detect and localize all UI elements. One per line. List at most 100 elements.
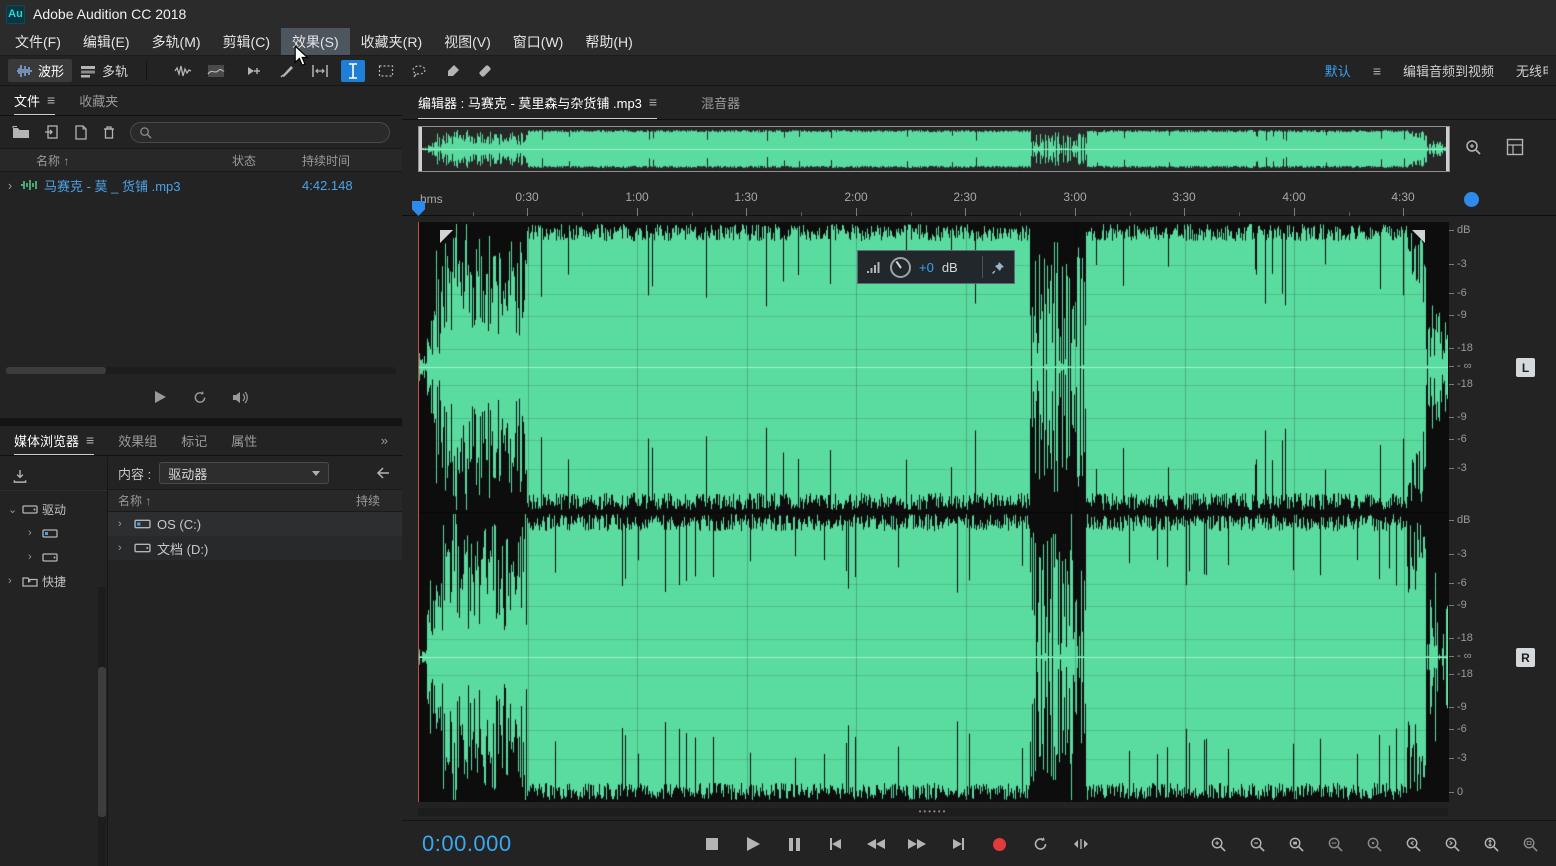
tab-editor[interactable]: 编辑器 : 马赛克 - 莫里森与杂货铺 .mp3 ≡: [418, 86, 657, 119]
tab-favorites[interactable]: 收藏夹: [79, 86, 118, 115]
lasso-selection-tool[interactable]: [407, 60, 431, 82]
tree-item-drive-c[interactable]: ›: [0, 521, 107, 545]
stop-button[interactable]: [702, 834, 722, 854]
search-input[interactable]: [130, 122, 390, 143]
files-hscrollbar-thumb[interactable]: [6, 367, 106, 374]
zoom-in-left-button[interactable]: [1403, 834, 1423, 854]
workspace-radio[interactable]: 无线电: [1516, 61, 1548, 80]
files-hscrollbar[interactable]: [6, 367, 396, 374]
skip-selection-button[interactable]: [1071, 834, 1091, 854]
zoom-in-button[interactable]: [1208, 834, 1228, 854]
menu-item-favorites[interactable]: 收藏夹(R): [350, 28, 433, 55]
slip-tool[interactable]: [308, 60, 332, 82]
loop-preview-button[interactable]: [190, 387, 210, 407]
hscrollbar-handle[interactable]: ••••••: [919, 809, 948, 815]
menu-item-effects[interactable]: 效果(S): [281, 28, 350, 55]
import-file-icon[interactable]: [44, 125, 60, 140]
chevron-down-icon[interactable]: ⌄: [8, 503, 18, 516]
expand-chevron-icon[interactable]: ›: [0, 178, 20, 193]
rewind-button[interactable]: [866, 834, 886, 854]
playhead-line[interactable]: [418, 222, 419, 802]
menu-item-multitrack[interactable]: 多轨(M): [141, 28, 212, 55]
move-playhead-tool[interactable]: [242, 60, 266, 82]
zoom-in-right-button[interactable]: [1442, 834, 1462, 854]
pin-icon[interactable]: [991, 260, 1006, 275]
chevron-right-icon[interactable]: ›: [28, 527, 38, 539]
preview-play-button[interactable]: [150, 387, 170, 407]
editor-panel-menu-icon[interactable]: ≡: [649, 94, 657, 110]
marquee-selection-tool[interactable]: [374, 60, 398, 82]
skip-to-start-button[interactable]: [825, 834, 845, 854]
monitor-indicator-icon[interactable]: [1464, 192, 1479, 207]
zoom-vertical-button[interactable]: [1481, 834, 1501, 854]
file-row[interactable]: › 马赛克 - 莫 _ 货铺 .mp3 4:42.148: [0, 172, 402, 198]
tab-media-browser[interactable]: 媒体浏览器 ≡: [14, 426, 94, 455]
overview-strip[interactable]: [418, 126, 1450, 172]
overview-waveform[interactable]: [419, 127, 1449, 171]
chevron-right-icon[interactable]: ›: [8, 575, 18, 587]
zoom-out-full-button[interactable]: [1325, 834, 1345, 854]
tree-item-shortcuts[interactable]: › 快捷: [0, 569, 107, 593]
spot-healing-brush-tool[interactable]: [473, 60, 497, 82]
paintbrush-selection-tool[interactable]: [440, 60, 464, 82]
fast-forward-button[interactable]: [907, 834, 927, 854]
trash-icon[interactable]: [102, 125, 116, 140]
timeline-ruler[interactable]: hms 0:30 1:00 1:30 2:00 2:30 3:00 3:30 4…: [402, 184, 1556, 216]
back-arrow-icon[interactable]: [375, 466, 392, 480]
column-status[interactable]: 状态: [232, 152, 302, 169]
zoom-in-point-button[interactable]: [1364, 834, 1384, 854]
menu-item-clip[interactable]: 剪辑(C): [212, 28, 281, 55]
pause-button[interactable]: [784, 834, 804, 854]
gain-knob[interactable]: [890, 257, 911, 278]
column-duration[interactable]: 持续时间: [302, 152, 402, 169]
gain-value[interactable]: +0: [919, 260, 934, 275]
new-item-icon[interactable]: [74, 125, 88, 140]
files-panel-menu-icon[interactable]: ≡: [47, 92, 55, 108]
panel-grid-icon[interactable]: [1506, 138, 1524, 156]
tab-overflow-chevron[interactable]: »: [381, 426, 388, 455]
content-dropdown[interactable]: 驱动器: [159, 462, 329, 484]
left-channel-badge[interactable]: L: [1516, 358, 1535, 377]
chevron-right-icon[interactable]: ›: [118, 542, 128, 554]
column-name[interactable]: 名称 ↑: [0, 152, 232, 169]
drive-row-d[interactable]: › 文档 (D:): [108, 536, 402, 560]
tree-item-drive-d[interactable]: ›: [0, 545, 107, 569]
chevron-right-icon[interactable]: ›: [28, 551, 38, 563]
media-panel-menu-icon[interactable]: ≡: [86, 432, 94, 448]
tab-properties[interactable]: 属性: [231, 426, 257, 455]
multitrack-view-button[interactable]: 多轨: [72, 59, 136, 82]
tab-files[interactable]: 文件 ≡: [14, 86, 55, 115]
workspace-default[interactable]: 默认: [1325, 61, 1351, 80]
drive-row-c[interactable]: › OS (C:): [108, 512, 402, 536]
loop-playback-button[interactable]: [1030, 834, 1050, 854]
waveform-view-button[interactable]: 波形: [8, 59, 72, 82]
zoom-selection-button[interactable]: [1286, 834, 1306, 854]
media-column-duration[interactable]: 持续: [356, 492, 402, 509]
menu-item-window[interactable]: 窗口(W): [502, 28, 575, 55]
editor-hscrollbar[interactable]: ••••••: [418, 808, 1448, 816]
play-button[interactable]: [743, 834, 763, 854]
tab-markers[interactable]: 标记: [181, 426, 207, 455]
media-column-name[interactable]: 名称 ↑: [118, 492, 151, 509]
tab-effects-rack[interactable]: 效果组: [118, 426, 157, 455]
media-tree-scrollbar-thumb[interactable]: [98, 667, 106, 817]
tree-item-drives[interactable]: ⌄ 驱动: [0, 497, 107, 521]
waveform-display-toggle[interactable]: [171, 60, 195, 82]
menu-item-file[interactable]: 文件(F): [4, 28, 72, 55]
spectral-display-toggle[interactable]: [204, 60, 228, 82]
media-tree-scrollbar[interactable]: [98, 587, 106, 866]
menu-item-edit[interactable]: 编辑(E): [72, 28, 141, 55]
zoom-full-button[interactable]: [1520, 834, 1540, 854]
zoom-out-button[interactable]: [1247, 834, 1267, 854]
skip-to-end-button[interactable]: [948, 834, 968, 854]
record-button[interactable]: [989, 834, 1009, 854]
waveform-display[interactable]: [418, 222, 1448, 802]
workspace-menu-icon[interactable]: ≡: [1373, 63, 1381, 79]
tab-mixer[interactable]: 混音器: [701, 86, 740, 119]
folder-open-icon[interactable]: [12, 125, 30, 140]
auto-play-button[interactable]: [230, 387, 250, 407]
menu-item-view[interactable]: 视图(V): [433, 28, 502, 55]
time-selection-tool[interactable]: [341, 60, 365, 82]
download-icon[interactable]: [12, 469, 28, 484]
workspace-edit-audio-to-video[interactable]: 编辑音频到视频: [1403, 61, 1494, 80]
